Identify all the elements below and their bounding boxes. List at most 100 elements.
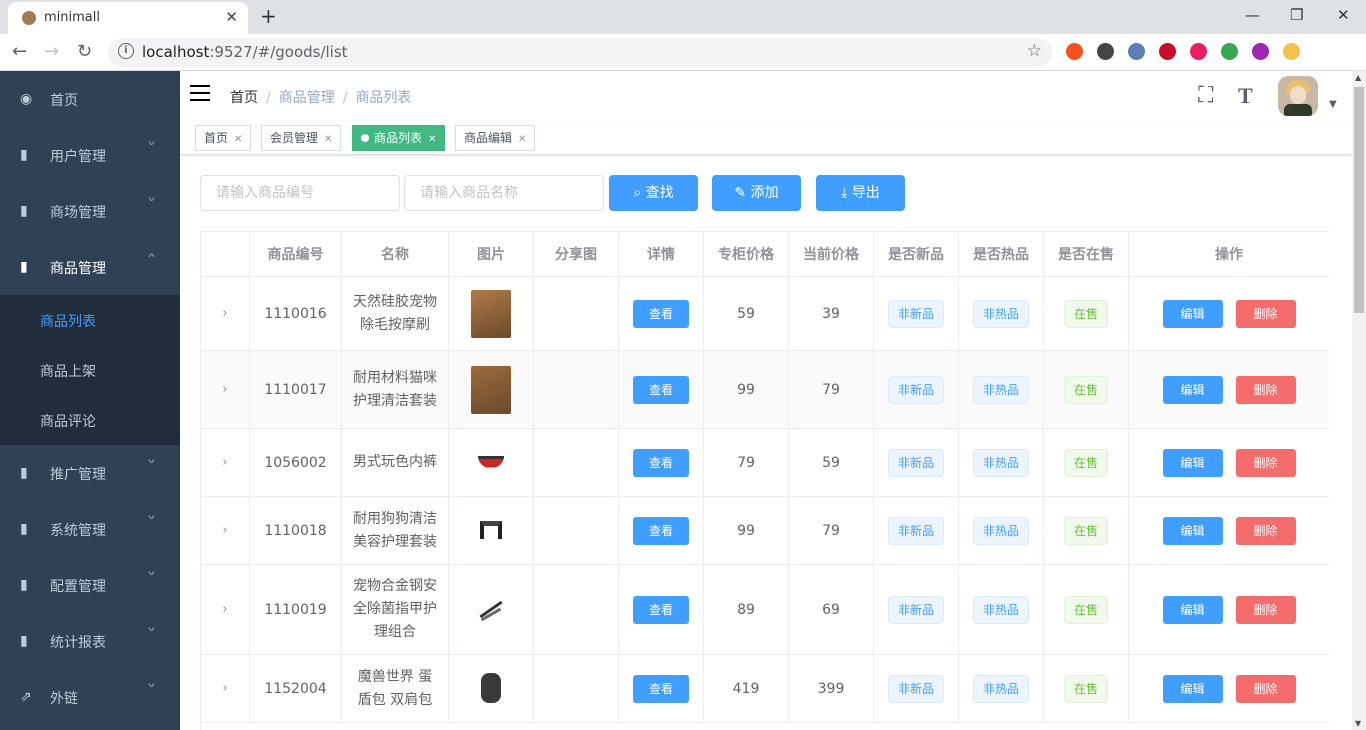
ext-abp-icon[interactable] <box>1159 43 1176 60</box>
submenu-item-goods-list[interactable]: 商品列表 <box>0 295 180 345</box>
url-text[interactable]: localhost:9527/#/goods/list <box>142 43 348 61</box>
ext-8-icon[interactable] <box>1283 43 1300 60</box>
expand-chevron-icon[interactable]: › <box>222 681 227 696</box>
ext-5-icon[interactable] <box>1190 43 1207 60</box>
expand-cell[interactable]: › <box>201 351 250 428</box>
edit-icon: ✎ <box>734 185 751 201</box>
goods-name-input[interactable]: 请输入商品名称 <box>404 175 604 211</box>
submenu-item-label: 商品评论 <box>40 414 96 430</box>
ext-6-icon[interactable] <box>1221 43 1238 60</box>
sidebar-item-external-link[interactable]: ⇗ 外链 ˅ <box>0 669 180 725</box>
sidebar-item-users[interactable]: ▮ 用户管理 ˅ <box>0 127 180 183</box>
sidebar-item-home[interactable]: ◉ 首页 <box>0 71 180 127</box>
expand-cell[interactable]: › <box>201 429 250 496</box>
expand-chevron-icon[interactable]: › <box>222 523 227 538</box>
expand-chevron-icon[interactable]: › <box>222 602 227 617</box>
window-close-icon[interactable]: ✕ <box>1337 6 1350 24</box>
chevron-down-icon: ˅ <box>146 627 157 643</box>
sidebar-item-stat[interactable]: ▮ 统计报表 ˅ <box>0 613 180 669</box>
minimize-icon[interactable]: — <box>1245 6 1260 24</box>
fullscreen-icon[interactable]: ⛶ <box>1198 83 1213 108</box>
delete-button[interactable]: 删除 <box>1235 375 1296 404</box>
ext-rp-icon[interactable] <box>1252 43 1269 60</box>
tag-close-icon[interactable]: ✕ <box>518 134 526 145</box>
view-button[interactable]: 查看 <box>633 299 689 328</box>
new-tab-icon[interactable]: + <box>260 4 277 28</box>
tag-label: 会员管理 <box>270 131 319 145</box>
tag-goods-list[interactable]: 商品列表 ✕ <box>352 125 446 151</box>
view-button[interactable]: 查看 <box>633 448 689 477</box>
browser-tab[interactable]: minimall ✕ <box>8 2 248 34</box>
table-row: › 1110017 耐用材料猫咪护理清洁套装 查看 99 79 非新品 非热品 在售 编辑 删除 <box>201 351 1329 429</box>
goods-name: 魔兽世界 蛋盾包 双肩包 <box>357 668 433 708</box>
avatar[interactable] <box>1278 76 1318 116</box>
caret-down-icon[interactable]: ▼ <box>1329 99 1337 110</box>
sidebar-item-config[interactable]: ▮ 配置管理 ˅ <box>0 557 180 613</box>
hamburger-icon[interactable] <box>190 85 210 101</box>
expand-cell[interactable]: › <box>201 277 250 350</box>
view-button[interactable]: 查看 <box>633 595 689 624</box>
edit-button[interactable]: 编辑 <box>1162 448 1223 477</box>
delete-button[interactable]: 删除 <box>1235 595 1296 624</box>
export-button[interactable]: ⤓ 导出 <box>816 175 905 211</box>
delete-button[interactable]: 删除 <box>1235 448 1296 477</box>
expand-cell[interactable]: › <box>201 497 250 564</box>
tag-close-icon[interactable]: ✕ <box>324 134 332 145</box>
search-button-label: 查找 <box>645 185 674 201</box>
edit-button[interactable]: 编辑 <box>1162 595 1223 624</box>
tag-close-icon[interactable]: ✕ <box>234 134 242 145</box>
reload-icon[interactable]: ↻ <box>77 41 92 62</box>
sidebar-item-promotion[interactable]: ▮ 推广管理 ˅ <box>0 445 180 501</box>
breadcrumb-home[interactable]: 首页 <box>230 90 258 106</box>
expand-cell[interactable]: › <box>201 565 250 654</box>
view-button[interactable]: 查看 <box>633 375 689 404</box>
ext-3-icon[interactable] <box>1128 43 1145 60</box>
tag-home[interactable]: 首页 ✕ <box>195 125 252 151</box>
scroll-up-icon[interactable]: ▲ <box>1355 73 1361 82</box>
site-info-icon[interactable]: i <box>118 43 134 59</box>
tag-close-icon[interactable]: ✕ <box>428 134 436 145</box>
submenu-item-goods-comment[interactable]: 商品评论 <box>0 395 180 445</box>
submenu-item-goods-create[interactable]: 商品上架 <box>0 345 180 395</box>
view-button[interactable]: 查看 <box>633 516 689 545</box>
restore-icon[interactable]: ❐ <box>1290 6 1303 24</box>
view-button[interactable]: 查看 <box>633 674 689 703</box>
delete-button[interactable]: 删除 <box>1235 299 1296 328</box>
sidebar-item-goods[interactable]: ▮ 商品管理 ˄ <box>0 239 180 295</box>
expand-chevron-icon[interactable]: › <box>222 306 227 321</box>
retail-price: 59 <box>822 454 840 471</box>
chart-icon: ▮ <box>20 465 28 481</box>
scrollbar-thumb[interactable] <box>1354 87 1364 313</box>
scroll-down-icon[interactable]: ▼ <box>1355 719 1361 728</box>
expand-cell[interactable]: › <box>201 655 250 722</box>
expand-chevron-icon[interactable]: › <box>222 455 227 470</box>
edit-button[interactable]: 编辑 <box>1162 375 1223 404</box>
delete-button[interactable]: 删除 <box>1235 674 1296 703</box>
edit-button[interactable]: 编辑 <box>1162 299 1223 328</box>
on-sale-cell: 在售 <box>1044 351 1129 428</box>
add-button[interactable]: ✎ 添加 <box>712 175 801 211</box>
delete-button[interactable]: 删除 <box>1235 516 1296 545</box>
search-button[interactable]: ⌕ 查找 <box>609 175 698 211</box>
text-size-icon[interactable]: T <box>1238 83 1253 109</box>
sidebar-item-system[interactable]: ▮ 系统管理 ˅ <box>0 501 180 557</box>
sidebar-item-mall[interactable]: ▮ 商场管理 ˅ <box>0 183 180 239</box>
ext-2-icon[interactable] <box>1097 43 1114 60</box>
bookmark-star-icon[interactable]: ☆ <box>1027 41 1042 61</box>
forward-icon[interactable]: → <box>44 41 59 62</box>
tab-close-icon[interactable]: ✕ <box>225 8 238 26</box>
back-icon[interactable]: ← <box>12 41 27 62</box>
expand-chevron-icon[interactable]: › <box>222 382 227 397</box>
edit-button[interactable]: 编辑 <box>1162 674 1223 703</box>
edit-button[interactable]: 编辑 <box>1162 516 1223 545</box>
ext-1-icon[interactable] <box>1066 43 1083 60</box>
goods-sn-input[interactable]: 请输入商品编号 <box>200 175 400 211</box>
on-sale-tag: 在售 <box>1063 299 1108 328</box>
sn-cell: 1110016 <box>250 277 342 350</box>
page-scrollbar[interactable]: ▲ ▼ <box>1352 71 1366 730</box>
tag-goods-edit[interactable]: 商品编辑 ✕ <box>455 125 536 151</box>
tag-member[interactable]: 会员管理 ✕ <box>261 125 342 151</box>
name-cell: 耐用材料猫咪护理清洁套装 <box>342 351 449 428</box>
omnibox[interactable]: i localhost:9527/#/goods/list ☆ <box>108 38 1052 67</box>
is-new-cell: 非新品 <box>874 277 959 350</box>
